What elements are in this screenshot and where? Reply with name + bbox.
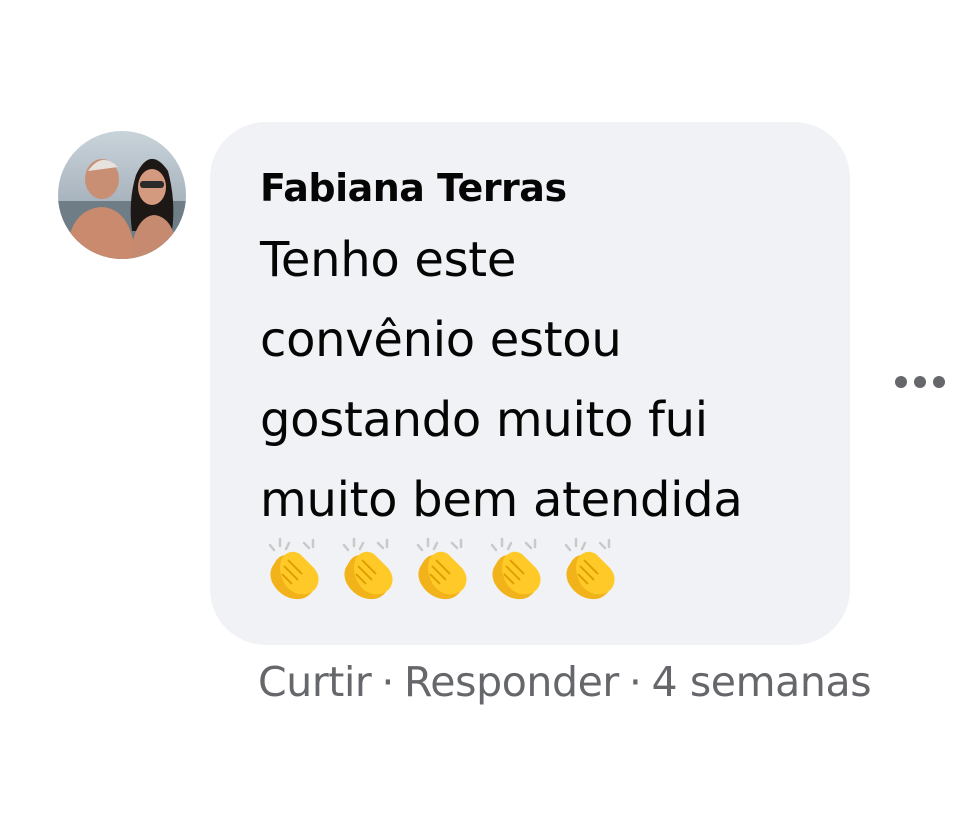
comment-bubble: Fabiana Terras Tenho este convênio estou… — [210, 122, 850, 645]
comment-text-line: gostando muito fui — [260, 392, 708, 448]
separator: · — [628, 658, 642, 706]
more-dot — [914, 376, 926, 388]
avatar-photo — [58, 131, 186, 259]
clapping-hands-icon — [556, 536, 618, 600]
comment-text-line: Tenho este — [260, 232, 517, 288]
more-dot — [933, 376, 945, 388]
clapping-hands-icon — [408, 536, 470, 600]
more-options-icon[interactable] — [895, 368, 955, 396]
comment-text-line: muito bem atendida — [260, 472, 743, 528]
clapping-hands-icon — [334, 536, 396, 600]
comment-actions: Curtir · Responder · 4 semanas — [258, 658, 872, 706]
reply-button[interactable]: Responder — [404, 658, 619, 706]
clapping-hands-icon — [482, 536, 544, 600]
separator: · — [381, 658, 395, 706]
comment-text: Tenho este convênio estou gostando muito… — [260, 220, 820, 540]
like-button[interactable]: Curtir — [258, 658, 372, 706]
avatar[interactable] — [58, 131, 186, 259]
clapping-hands-icon — [260, 536, 322, 600]
emoji-row — [260, 536, 850, 600]
comment: Fabiana Terras Tenho este convênio estou… — [0, 0, 965, 833]
timestamp[interactable]: 4 semanas — [652, 658, 872, 706]
comment-text-line: convênio estou — [260, 312, 622, 368]
comment-author[interactable]: Fabiana Terras — [260, 162, 850, 214]
more-dot — [895, 376, 907, 388]
